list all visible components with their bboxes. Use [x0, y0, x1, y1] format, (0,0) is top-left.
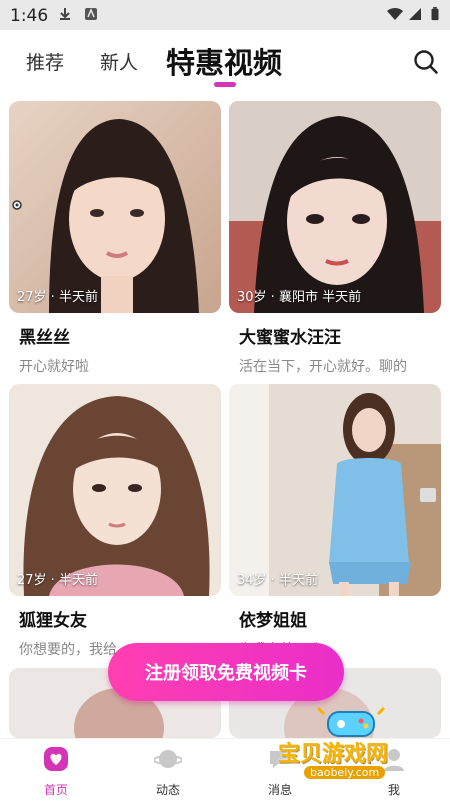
profile-name: 黑丝丝: [19, 328, 70, 348]
profile-photo[interactable]: 34岁 · 半天前: [229, 384, 441, 596]
profile-age-time: 27岁 · 半天前: [17, 573, 98, 588]
nav-moments[interactable]: 动态: [112, 739, 224, 801]
nav-home-label: 首页: [43, 783, 68, 797]
search-icon[interactable]: [412, 48, 440, 76]
wifi-icon: [387, 7, 403, 20]
active-tab-indicator: [214, 82, 236, 87]
signal-icon: [409, 8, 421, 20]
watermark-url: baobeiy.com: [304, 766, 386, 779]
settings-icon[interactable]: [11, 199, 23, 211]
watermark-text: 宝贝游戏网: [278, 742, 389, 767]
profile-photo[interactable]: 27岁 · 半天前: [9, 101, 221, 313]
planet-icon: [154, 750, 182, 768]
profile-card[interactable]: 34岁 · 半天前 依梦姐姐 为我在等一个: [229, 384, 441, 660]
download-icon: [60, 8, 70, 20]
profile-bio: 活在当下，开心就好。聊的: [239, 359, 407, 375]
tab-recommend[interactable]: 推荐: [26, 48, 64, 75]
claim-free-video-card-button[interactable]: 注册领取免费视频卡: [108, 643, 344, 701]
profile-name: 依梦姐姐: [239, 611, 307, 631]
nav-home[interactable]: 首页: [0, 739, 112, 801]
tab-newcomers[interactable]: 新人: [100, 48, 138, 75]
profile-photo[interactable]: 30岁 · 襄阳市 半天前: [229, 101, 441, 313]
status-time: 1:46: [10, 6, 49, 26]
profile-name: 狐狸女友: [19, 611, 87, 631]
nav-moments-label: 动态: [155, 783, 180, 797]
profile-card[interactable]: 27岁 · 半天前 黑丝丝 开心就好啦: [9, 101, 221, 377]
profile-age-location-time: 30岁 · 襄阳市 半天前: [237, 290, 362, 305]
watermark: 宝贝游戏网 baobeiy.com: [272, 706, 422, 786]
profile-photo[interactable]: 27岁 · 半天前: [9, 384, 221, 596]
profile-card[interactable]: 27岁 · 半天前 狐狸女友 你想要的，我给: [9, 384, 221, 660]
battery-icon: [431, 7, 439, 21]
profile-bio: 开心就好啦: [19, 359, 89, 375]
profile-age-time: 34岁 · 半天前: [237, 573, 318, 588]
app-notification-icon: [85, 8, 97, 20]
gamepad-icon: [316, 706, 386, 737]
profile-age-time: 27岁 · 半天前: [17, 290, 98, 305]
home-icon: [44, 747, 68, 771]
profile-name: 大蜜蜜水汪汪: [239, 328, 341, 348]
profile-card[interactable]: 30岁 · 襄阳市 半天前 大蜜蜜水汪汪 活在当下，开心就好。聊的: [229, 101, 441, 377]
status-bar: 1:46: [0, 0, 450, 30]
tab-special-videos[interactable]: 特惠视频: [166, 40, 282, 82]
